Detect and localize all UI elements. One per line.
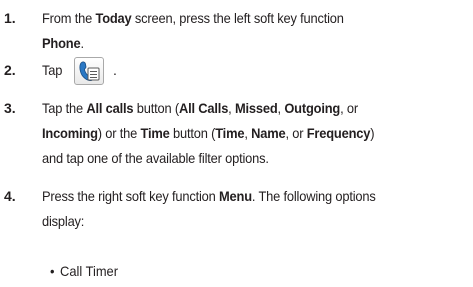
step-text: Tap the All calls button (All Calls, Mis… <box>42 96 436 171</box>
bold-term: Outgoing <box>284 100 341 116</box>
text-run: button ( <box>169 125 216 141</box>
text-run: . <box>113 62 117 78</box>
bold-term: All calls <box>86 100 134 116</box>
text-run: , <box>228 100 235 116</box>
text-run: From the <box>42 10 96 26</box>
text-run: , or <box>340 100 358 116</box>
text-run: Press the right soft key function <box>42 188 220 204</box>
bullet-marker: • <box>50 263 55 279</box>
step-text: From the Today screen, press the left so… <box>42 6 436 56</box>
bold-term: Time <box>215 125 245 141</box>
bold-term: Phone <box>42 35 81 51</box>
instruction-page: 1. From the Today screen, press the left… <box>0 0 473 287</box>
text-run: . <box>80 35 84 51</box>
step-text: Press the right soft key function Menu. … <box>42 184 436 234</box>
bold-term: Incoming <box>42 125 98 141</box>
text-run: ) or the <box>97 125 141 141</box>
text-run: , or <box>285 125 307 141</box>
list-item-label: Call Timer <box>60 263 119 279</box>
text-run: and tap one of the available filter opti… <box>42 150 269 166</box>
bold-term: Time <box>140 125 170 141</box>
bold-term: Missed <box>234 100 278 116</box>
phone-call-log-icon <box>74 57 104 85</box>
text-run: button ( <box>133 100 180 116</box>
text-run: ) <box>370 125 375 141</box>
text-run: display: <box>42 213 85 229</box>
bold-term: Menu <box>219 188 252 204</box>
step-number: 2. <box>4 62 16 78</box>
text-run: Tap the <box>42 100 87 116</box>
bold-term: Today <box>95 10 132 26</box>
bold-term: Frequency <box>306 125 371 141</box>
step-number: 3. <box>4 100 16 116</box>
step-number: 4. <box>4 188 16 204</box>
text-run: Tap <box>42 62 63 78</box>
bold-term: All Calls <box>179 100 229 116</box>
list-item: • Call Timer <box>50 259 118 284</box>
bold-term: Name <box>251 125 286 141</box>
step-number: 1. <box>4 10 16 26</box>
text-run: . The following options <box>251 188 376 204</box>
text-run: screen, press the left soft key function <box>131 10 344 26</box>
